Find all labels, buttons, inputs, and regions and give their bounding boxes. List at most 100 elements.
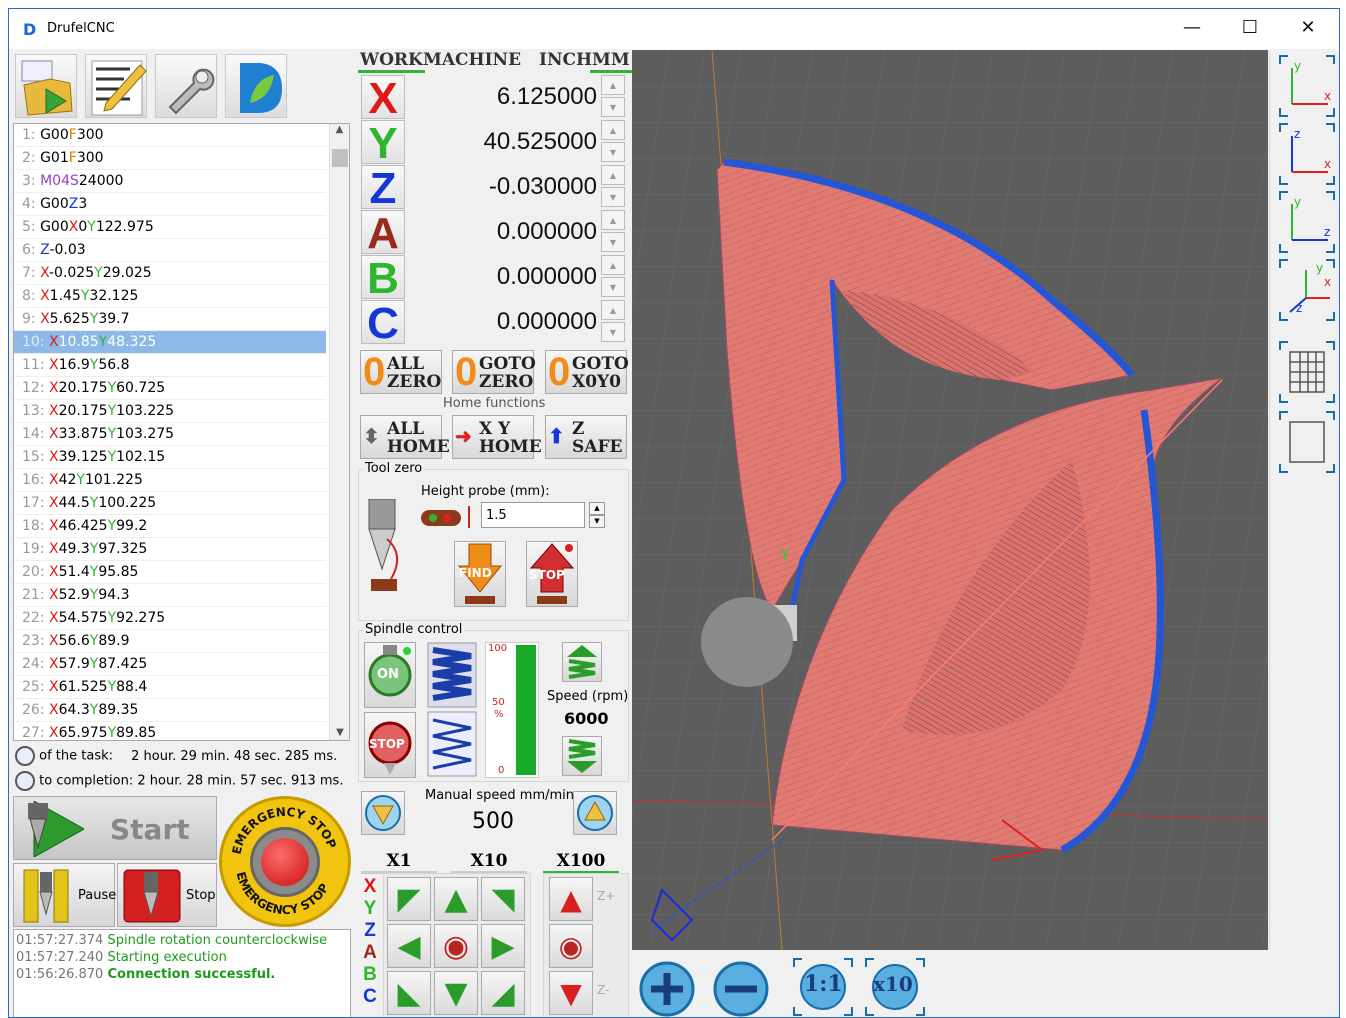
axis-x-zero-button[interactable]: X <box>361 75 405 122</box>
zoom-1-1-button[interactable]: 1:1 <box>792 957 854 1017</box>
view-top-xy-button[interactable]: yx <box>1278 54 1336 118</box>
view-side-yz-button[interactable]: yz <box>1278 190 1336 254</box>
jog-axis-z-toggle[interactable]: Z <box>359 920 381 942</box>
spin-up-icon[interactable]: ▲ <box>601 300 625 320</box>
axis-spinner[interactable]: ▲ ▼ <box>601 75 625 117</box>
goto-x0y0-button[interactable]: 0 GOTO X0Y0 <box>545 350 629 394</box>
axis-spinner[interactable]: ▲ ▼ <box>601 165 625 207</box>
axis-z-zero-button[interactable]: Z <box>361 165 405 212</box>
manual-speed-up-button[interactable] <box>573 791 617 835</box>
gcode-line[interactable]: 3: M04S24000 <box>14 170 326 193</box>
gcode-line[interactable]: 15: X39.125Y102.15 <box>14 446 326 469</box>
scroll-down-icon[interactable]: ▼ <box>330 727 349 738</box>
spin-up-icon[interactable]: ▲ <box>589 502 605 515</box>
3d-viewport[interactable]: Y <box>632 50 1268 950</box>
open-file-button[interactable] <box>15 54 77 118</box>
jog-axis-y-toggle[interactable]: Y <box>359 898 381 920</box>
tab-machine[interactable]: MACHINE <box>421 50 523 73</box>
axis-spinner[interactable]: ▲ ▼ <box>601 210 625 252</box>
gcode-line[interactable]: 18: X46.425Y99.2 <box>14 515 326 538</box>
find-button[interactable]: FIND <box>454 541 506 607</box>
settings-button[interactable] <box>155 54 217 118</box>
tab-work[interactable]: WORK <box>358 50 425 73</box>
spindle-stop-button[interactable]: STOP <box>364 712 416 778</box>
spin-down-icon[interactable]: ▼ <box>601 97 625 117</box>
maximize-button[interactable]: ☐ <box>1227 9 1273 49</box>
gcode-line[interactable]: 1: G00F300 <box>14 124 326 147</box>
gcode-line[interactable]: 6: Z-0.03 <box>14 239 326 262</box>
zoom-out-button[interactable] <box>710 957 772 1017</box>
gcode-line[interactable]: 17: X44.5Y100.225 <box>14 492 326 515</box>
view-front-xz-button[interactable]: zx <box>1278 122 1336 186</box>
about-button[interactable] <box>225 54 287 118</box>
spin-down-icon[interactable]: ▼ <box>601 187 625 207</box>
axis-b-zero-button[interactable]: B <box>361 255 405 302</box>
view-iso-button[interactable]: yx z <box>1278 258 1336 322</box>
jog-down-button[interactable]: ▼ <box>434 971 478 1015</box>
spin-up-icon[interactable]: ▲ <box>601 120 625 140</box>
gcode-line[interactable]: 26: X64.3Y89.35 <box>14 699 326 722</box>
jog-z-down-button[interactable]: ▼ <box>549 971 593 1015</box>
jog-left-button[interactable]: ◀ <box>387 924 431 968</box>
pause-button[interactable]: Pause <box>13 863 116 927</box>
speed-up-button[interactable] <box>562 642 602 682</box>
gcode-line[interactable]: 7: X-0.025Y29.025 <box>14 262 326 285</box>
frame-toggle-button[interactable] <box>1278 410 1336 474</box>
gcode-line[interactable]: 2: G01F300 <box>14 147 326 170</box>
gcode-list[interactable]: 1: G00F300 2: G01F300 3: M04S24000 4: G00Z3… <box>13 123 350 741</box>
all-home-button[interactable]: ⬍ ALL HOME <box>360 415 450 459</box>
grid-toggle-button[interactable] <box>1278 340 1336 404</box>
spin-up-icon[interactable]: ▲ <box>601 165 625 185</box>
jog-z-up-button[interactable]: ▲ <box>549 877 593 921</box>
axis-c-zero-button[interactable]: C <box>361 300 405 347</box>
multiplier-x100[interactable]: X100 <box>543 851 619 874</box>
height-probe-input[interactable] <box>481 502 585 528</box>
goto-zero-button[interactable]: 0 GOTO ZERO <box>452 350 536 394</box>
jog-z-center-button[interactable]: ◉ <box>549 924 593 968</box>
axis-y-zero-button[interactable]: Y <box>361 120 405 167</box>
gcode-line[interactable]: 11: X16.9Y56.8 <box>14 354 326 377</box>
spin-down-icon[interactable]: ▼ <box>601 142 625 162</box>
spin-up-icon[interactable]: ▲ <box>601 75 625 95</box>
gcode-scrollbar[interactable]: ▲ ▼ <box>329 124 349 740</box>
speed-down-button[interactable] <box>562 736 602 776</box>
gcode-line[interactable]: 8: X1.45Y32.125 <box>14 285 326 308</box>
multiplier-x10[interactable]: X10 <box>451 851 527 874</box>
jog-axis-a-toggle[interactable]: A <box>359 942 381 964</box>
gcode-line[interactable]: 19: X49.3Y97.325 <box>14 538 326 561</box>
axis-spinner[interactable]: ▲ ▼ <box>601 300 625 342</box>
gcode-line[interactable]: 25: X61.525Y88.4 <box>14 676 326 699</box>
gcode-line[interactable]: 4: G00Z3 <box>14 193 326 216</box>
xy-home-button[interactable]: ➜ X Y HOME <box>452 415 542 459</box>
tab-mm[interactable]: MM <box>590 50 632 73</box>
gcode-line[interactable]: 5: G00X0Y122.975 <box>14 216 326 239</box>
jog-down-left-button[interactable]: ◣ <box>387 971 431 1015</box>
jog-axis-c-toggle[interactable]: C <box>359 986 381 1008</box>
axis-spinner[interactable]: ▲ ▼ <box>601 120 625 162</box>
close-button[interactable]: ✕ <box>1285 9 1331 49</box>
gcode-line[interactable]: 10: X10.85Y48.325 <box>14 331 326 354</box>
scroll-thumb[interactable] <box>332 149 348 167</box>
jog-up-button[interactable]: ▲ <box>434 877 478 921</box>
spin-up-icon[interactable]: ▲ <box>601 255 625 275</box>
spin-down-icon[interactable]: ▼ <box>589 515 605 528</box>
gcode-line[interactable]: 27: X65.975Y89.85 <box>14 722 326 740</box>
tab-inch[interactable]: INCH <box>537 50 594 73</box>
spin-down-icon[interactable]: ▼ <box>601 277 625 297</box>
jog-center-button[interactable]: ◉ <box>434 924 478 968</box>
emergency-stop-button[interactable]: EMERGENCY STOP EMERGENCY STOP <box>219 796 351 927</box>
jog-down-right-button[interactable]: ◢ <box>481 971 525 1015</box>
axis-a-zero-button[interactable]: A <box>361 210 405 257</box>
height-probe-spinner[interactable]: ▲ ▼ <box>589 502 605 528</box>
zoom-in-button[interactable] <box>636 957 698 1017</box>
spindle-on-button[interactable]: ON <box>364 642 416 708</box>
all-zero-button[interactable]: 0 ALL ZERO <box>360 350 442 394</box>
gcode-line[interactable]: 20: X51.4Y95.85 <box>14 561 326 584</box>
probe-stop-button[interactable]: STOP <box>526 541 578 607</box>
scroll-up-icon[interactable]: ▲ <box>330 124 349 142</box>
gcode-line[interactable]: 16: X42Y101.225 <box>14 469 326 492</box>
edit-gcode-button[interactable] <box>85 54 147 118</box>
start-button[interactable]: Start <box>13 796 217 860</box>
jog-up-right-button[interactable]: ◥ <box>481 877 525 921</box>
z-safe-button[interactable]: ⬆ Z SAFE <box>545 415 627 459</box>
